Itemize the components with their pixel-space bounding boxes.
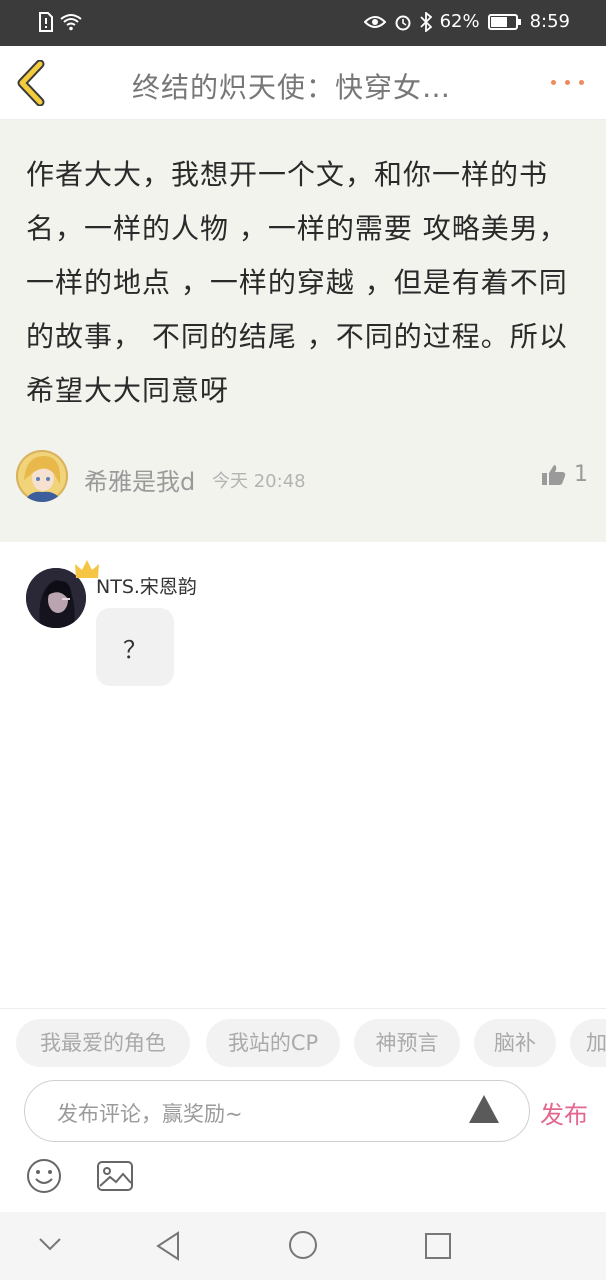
expand-triangle-icon[interactable]: [469, 1095, 499, 1123]
comment-composer: 发布评论，赢奖励~ 发布: [0, 1076, 606, 1146]
back-button[interactable]: [14, 59, 54, 107]
battery-icon: [487, 13, 521, 30]
more-dot-icon: [565, 80, 570, 85]
more-dot-icon: [579, 80, 584, 85]
like-count: 1: [574, 462, 588, 487]
publish-button[interactable]: 发布: [540, 1095, 588, 1130]
system-nav-bar: [0, 1212, 606, 1280]
chevron-left-icon: [17, 59, 45, 107]
tag-suggestions: 我最爱的角色 我站的CP 神预言 脑补 加: [0, 1008, 606, 1076]
tag-chip[interactable]: 我站的CP: [206, 1019, 340, 1067]
top-header: 终结的炽天使：快穿女…: [0, 46, 606, 120]
page-title: 终结的炽天使：快穿女…: [132, 71, 452, 104]
more-dot-icon: [551, 80, 556, 85]
reply-author-name[interactable]: NTS.宋恩韵: [96, 572, 197, 599]
comment-meta: 希雅是我d 今天 20:48 1: [16, 450, 590, 504]
image-icon[interactable]: [96, 1160, 134, 1192]
back-triangle-icon[interactable]: [154, 1230, 182, 1262]
tag-chip[interactable]: 神预言: [354, 1019, 460, 1067]
avatar[interactable]: [16, 450, 68, 502]
tag-chip[interactable]: 加: [570, 1019, 606, 1067]
like-button[interactable]: 1: [542, 462, 588, 487]
recent-apps-square-icon[interactable]: [424, 1232, 452, 1260]
tag-chip[interactable]: 我最爱的角色: [16, 1019, 190, 1067]
eye-comfort-icon: [363, 15, 386, 28]
comment-placeholder: 发布评论，赢奖励~: [57, 1102, 243, 1126]
bluetooth-icon: [419, 11, 432, 32]
comment-timestamp: 今天 20:48: [212, 471, 306, 492]
chevron-down-icon[interactable]: [38, 1236, 62, 1252]
home-circle-icon[interactable]: [288, 1230, 318, 1260]
emoji-icon[interactable]: [26, 1158, 62, 1194]
tag-chip[interactable]: 脑补: [474, 1019, 556, 1067]
alarm-icon: [395, 15, 411, 30]
reply-bubble: ？: [96, 608, 174, 686]
thumbs-up-icon: [542, 464, 566, 485]
status-bar: 62% 8:59: [0, 0, 606, 46]
wifi-icon: [60, 14, 82, 31]
sim-alert-icon: [39, 12, 53, 32]
comment-author-name[interactable]: 希雅是我d: [84, 462, 195, 497]
composer-tools: [0, 1146, 606, 1212]
battery-percent: 62%: [439, 11, 480, 32]
reply-avatar-wrapper: [26, 560, 99, 628]
main-comment: 作者大大，我想开一个文，和你一样的书名，一样的人物 ，一样的需要 攻略美男，一样…: [0, 120, 606, 542]
clock-time: 8:59: [529, 11, 570, 32]
comment-text: 作者大大，我想开一个文，和你一样的书名，一样的人物 ，一样的需要 攻略美男，一样…: [26, 158, 568, 407]
comment-input[interactable]: 发布评论，赢奖励~: [24, 1080, 530, 1142]
avatar-image: [16, 450, 68, 502]
more-options-button[interactable]: [551, 80, 584, 85]
reply-item: NTS.宋恩韵 ？: [0, 542, 606, 1012]
